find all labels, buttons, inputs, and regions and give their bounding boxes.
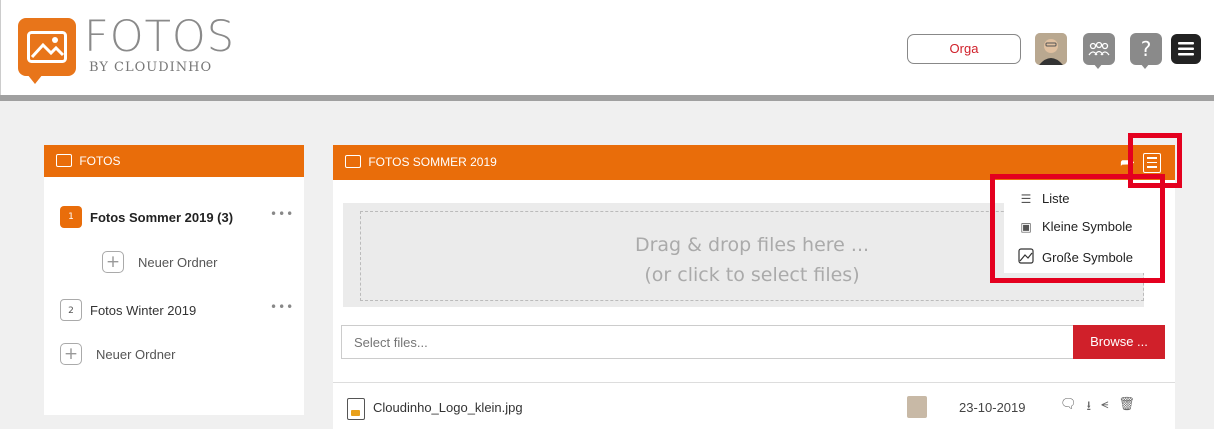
app-logo-icon <box>18 18 76 76</box>
file-date: 23-10-2019 <box>959 400 1026 415</box>
folder-panel-header: FOTOS <box>44 145 304 177</box>
image-file-icon <box>347 398 365 420</box>
trash-icon[interactable]: 🗑 <box>1118 397 1135 419</box>
browse-button[interactable]: Browse ... <box>1073 325 1165 359</box>
folder-name: Fotos Sommer 2019 (3) <box>90 209 234 225</box>
new-folder-label: Neuer Ordner <box>138 254 218 270</box>
file-name: Cloudinho_Logo_klein.jpg <box>373 400 523 415</box>
download-icon[interactable]: ⭳ <box>1087 397 1092 419</box>
folder-name: Fotos Winter 2019 <box>90 302 197 318</box>
share-nodes-icon[interactable]: ⪪ <box>1101 397 1108 419</box>
new-folder-button[interactable]: + Neuer Ordner <box>60 343 175 365</box>
photos-icon <box>56 154 72 167</box>
comment-icon[interactable]: 🗨 <box>1060 397 1077 419</box>
folder-panel-title: FOTOS <box>79 154 121 168</box>
header-divider <box>0 95 1214 101</box>
folder-item-sommer[interactable]: 1 Fotos Sommer 2019 (3) <box>60 206 233 228</box>
user-avatar[interactable] <box>1035 33 1067 65</box>
org-button[interactable]: Orga <box>907 34 1021 64</box>
file-select-row: Browse ... <box>341 325 1165 359</box>
folder-number-badge: 1 <box>60 206 82 228</box>
team-icon[interactable] <box>1083 33 1115 69</box>
brand-title: FOTOS <box>84 12 235 62</box>
hamburger-menu-icon[interactable] <box>1171 34 1201 64</box>
plus-icon: + <box>60 343 82 365</box>
plus-icon: + <box>102 251 124 273</box>
folder-more-icon[interactable]: ••• <box>270 300 294 314</box>
photos-icon <box>345 155 361 168</box>
logo-tail <box>27 74 43 84</box>
uploader-avatar <box>907 396 927 418</box>
folder-number-badge: 2 <box>60 299 82 321</box>
app-header: FOTOS BY CLOUDINHO Orga ? <box>0 0 1214 95</box>
folder-panel: FOTOS 1 Fotos Sommer 2019 (3) ••• + Neue… <box>44 145 304 415</box>
new-subfolder-button[interactable]: + Neuer Ordner <box>102 251 217 273</box>
folder-more-icon[interactable]: ••• <box>270 207 294 221</box>
brand-subtitle: BY CLOUDINHO <box>89 60 213 75</box>
highlight-view-menu <box>990 174 1165 283</box>
file-select-input[interactable] <box>342 326 1074 358</box>
new-folder-label: Neuer Ordner <box>96 346 176 362</box>
folder-item-winter[interactable]: 2 Fotos Winter 2019 <box>60 299 196 321</box>
folder-content-title: FOTOS SOMMER 2019 <box>368 155 497 169</box>
file-row[interactable]: Cloudinho_Logo_klein.jpg 23-10-2019 🗨 ⭳ … <box>333 393 1175 423</box>
help-icon[interactable]: ? <box>1130 33 1162 69</box>
divider <box>333 382 1175 383</box>
